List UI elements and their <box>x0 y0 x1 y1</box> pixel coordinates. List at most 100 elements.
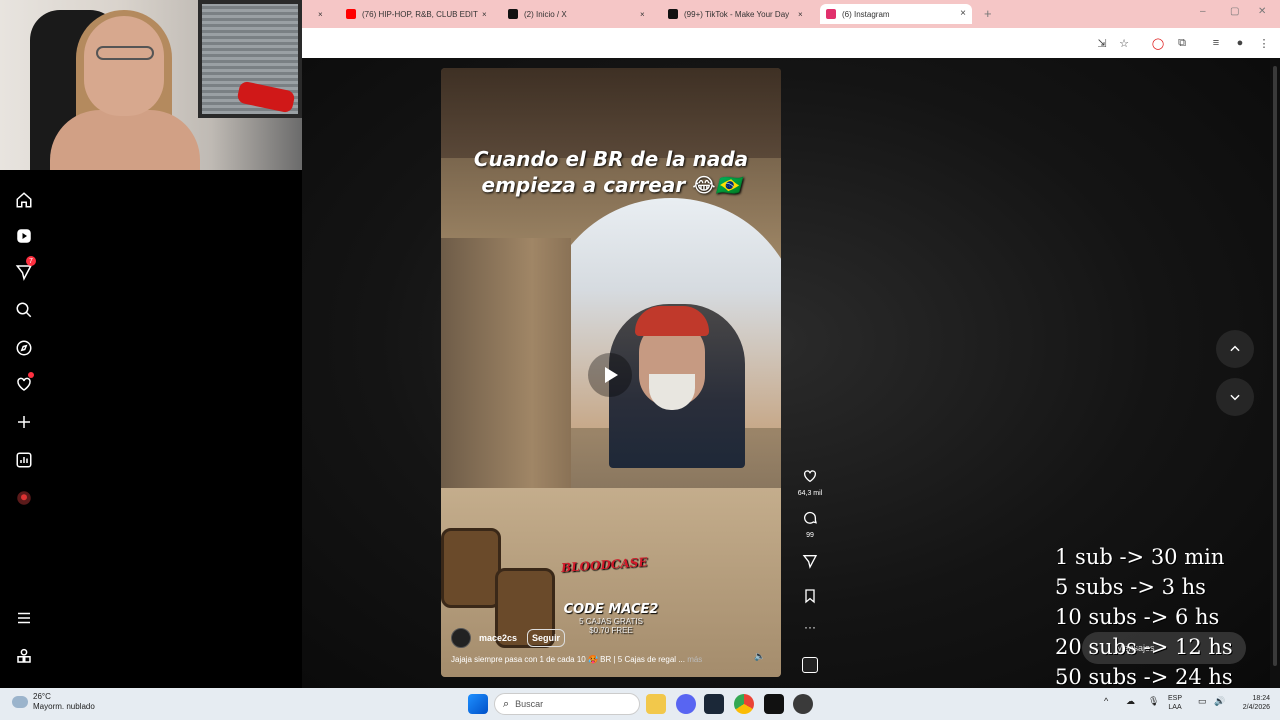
search-icon[interactable] <box>14 300 34 320</box>
page-scrollbar[interactable] <box>1270 58 1280 688</box>
reel-author: mace2cs Seguir <box>451 628 566 648</box>
windows-taskbar: 26°C Mayorm. nublado ⌕ Buscar ^ ☁ 🎙 ESP … <box>0 688 1280 720</box>
network-icon[interactable]: ▭ <box>1198 696 1207 707</box>
author-username[interactable]: mace2cs <box>479 633 517 643</box>
tab-close-icon[interactable]: × <box>960 8 966 19</box>
tab-close-icon[interactable]: × <box>482 4 496 24</box>
tab-label: (99+) TikTok - Make Your Day <box>684 9 790 19</box>
app-icon[interactable] <box>764 694 784 714</box>
instagram-sidebar: 7 <box>0 170 48 688</box>
screen: (76) HIP-HOP, R&B, CLUB EDIT × × (2) Ini… <box>0 0 1280 720</box>
profile-icon[interactable]: ● <box>1232 35 1248 51</box>
chevron-up-icon <box>1230 345 1240 352</box>
play-button[interactable] <box>588 353 632 397</box>
youtube-icon <box>346 9 356 19</box>
scrollbar-thumb[interactable] <box>1273 66 1277 666</box>
promo-line: 5 CAJAS GRATIS <box>579 617 643 626</box>
cloud-icon <box>12 696 28 708</box>
opera-icon[interactable]: ◯ <box>1150 35 1166 51</box>
promo-code: CODE MACE2 <box>563 602 659 617</box>
reading-list-icon[interactable]: ≡ <box>1208 35 1224 51</box>
tray-chevron-icon[interactable]: ^ <box>1104 696 1108 706</box>
sub-goal-line: 20 subs -> 12 hs <box>1055 635 1233 659</box>
tab-tiktok[interactable]: (99+) TikTok - Make Your Day <box>662 4 812 24</box>
author-avatar[interactable] <box>451 628 471 648</box>
taskbar-clock[interactable]: 18:24 2/4/2026 <box>1230 694 1270 712</box>
save-button[interactable] <box>796 588 824 609</box>
previous-reel-button[interactable] <box>1216 330 1254 368</box>
reels-icon[interactable] <box>14 226 34 246</box>
promo-line: $0.70 FREE <box>589 626 633 635</box>
direct-icon[interactable]: 7 <box>14 256 36 282</box>
play-icon <box>605 367 618 383</box>
tab-instagram[interactable]: (6) Instagram × <box>820 4 972 24</box>
comment-button[interactable]: 99 <box>796 510 824 539</box>
facecam-person <box>609 304 745 468</box>
clock-time: 18:24 <box>1252 695 1270 702</box>
comment-icon <box>804 511 817 524</box>
tab-x[interactable]: (2) Inicio / X <box>502 4 652 24</box>
weather-widget[interactable]: 26°C Mayorm. nublado <box>12 692 95 712</box>
chrome-icon[interactable] <box>734 694 754 714</box>
reel-title-line: empieza a carrear 😂🇧🇷 <box>481 173 741 197</box>
bookmark-star-icon[interactable]: ☆ <box>1116 35 1132 51</box>
install-app-icon[interactable]: ⇲ <box>1094 35 1110 51</box>
tab-label: (76) HIP-HOP, R&B, CLUB EDIT <box>362 9 478 19</box>
browser-toolbar: ⇲ ☆ ◯ ⧉ ≡ ● ⋮ <box>302 28 1280 58</box>
share-button[interactable] <box>796 553 824 574</box>
weather-temp: 26°C <box>33 692 51 701</box>
audio-track-icon[interactable] <box>802 657 818 673</box>
like-count: 64,3 mil <box>797 490 823 497</box>
like-button[interactable]: 64,3 mil <box>796 468 824 497</box>
promo-block: CODE MACE2 5 CAJAS GRATIS $0.70 FREE <box>561 602 661 635</box>
steam-icon[interactable] <box>704 694 724 714</box>
next-reel-button[interactable] <box>1216 378 1254 416</box>
new-tab-button[interactable]: + <box>984 6 992 21</box>
discord-icon[interactable] <box>676 694 696 714</box>
volume-icon[interactable]: 🔊 <box>1214 696 1225 707</box>
extensions-icon[interactable]: ⧉ <box>1174 35 1190 51</box>
webcam-overlay <box>0 0 302 170</box>
home-icon[interactable] <box>14 190 34 210</box>
reel-video[interactable]: Cuando el BR de la nada empieza a carrea… <box>441 68 781 677</box>
obs-icon[interactable] <box>793 694 813 714</box>
explore-icon[interactable] <box>14 338 34 358</box>
tab-label: (6) Instagram <box>842 9 890 19</box>
heart-icon <box>804 470 816 483</box>
taskbar-search[interactable]: ⌕ Buscar <box>494 693 640 715</box>
notifications-icon[interactable] <box>14 372 34 394</box>
close-window-icon[interactable]: ✕ <box>1258 6 1266 17</box>
profile-avatar[interactable] <box>14 488 34 508</box>
search-placeholder: Buscar <box>515 699 544 709</box>
mute-icon[interactable]: 🔈 <box>754 651 768 665</box>
dashboard-icon[interactable] <box>14 450 34 470</box>
start-icon[interactable] <box>468 694 488 714</box>
person-cap <box>635 306 709 336</box>
input-language[interactable]: ESP LAA <box>1168 694 1182 712</box>
tab-close-icon[interactable]: × <box>640 4 654 24</box>
clock-date: 2/4/2026 <box>1242 704 1270 711</box>
more-options-icon[interactable]: ··· <box>796 620 824 634</box>
tab-close-icon[interactable]: × <box>318 4 334 24</box>
menu-icon[interactable] <box>14 608 34 628</box>
kebab-menu-icon[interactable]: ⋮ <box>1256 35 1272 51</box>
instagram-icon <box>826 9 836 19</box>
tab-youtube[interactable]: (76) HIP-HOP, R&B, CLUB EDIT <box>340 4 500 24</box>
onedrive-icon[interactable]: ☁ <box>1126 696 1135 707</box>
lang-top: ESP <box>1168 695 1183 702</box>
reel-caption[interactable]: Jajaja siempre pasa con 1 de cada 10 🥵 B… <box>451 655 751 664</box>
tab-close-icon[interactable]: × <box>798 4 812 24</box>
scene-barrel <box>441 528 501 608</box>
minimize-icon[interactable]: – <box>1200 6 1206 17</box>
follow-button[interactable]: Seguir <box>527 629 566 647</box>
person-beard <box>649 374 695 410</box>
caption-more-link[interactable]: más <box>687 655 702 664</box>
caption-text: Jajaja siempre pasa con 1 de cada 10 🥵 B… <box>451 655 685 664</box>
create-icon[interactable] <box>14 412 34 432</box>
more-apps-icon[interactable] <box>14 646 34 666</box>
maximize-icon[interactable]: ▢ <box>1230 6 1239 17</box>
chevron-down-icon <box>1230 394 1240 401</box>
microphone-icon[interactable]: 🎙 <box>1148 696 1159 707</box>
sub-goal-line: 5 subs -> 3 hs <box>1055 575 1206 599</box>
file-explorer-icon[interactable] <box>646 694 666 714</box>
